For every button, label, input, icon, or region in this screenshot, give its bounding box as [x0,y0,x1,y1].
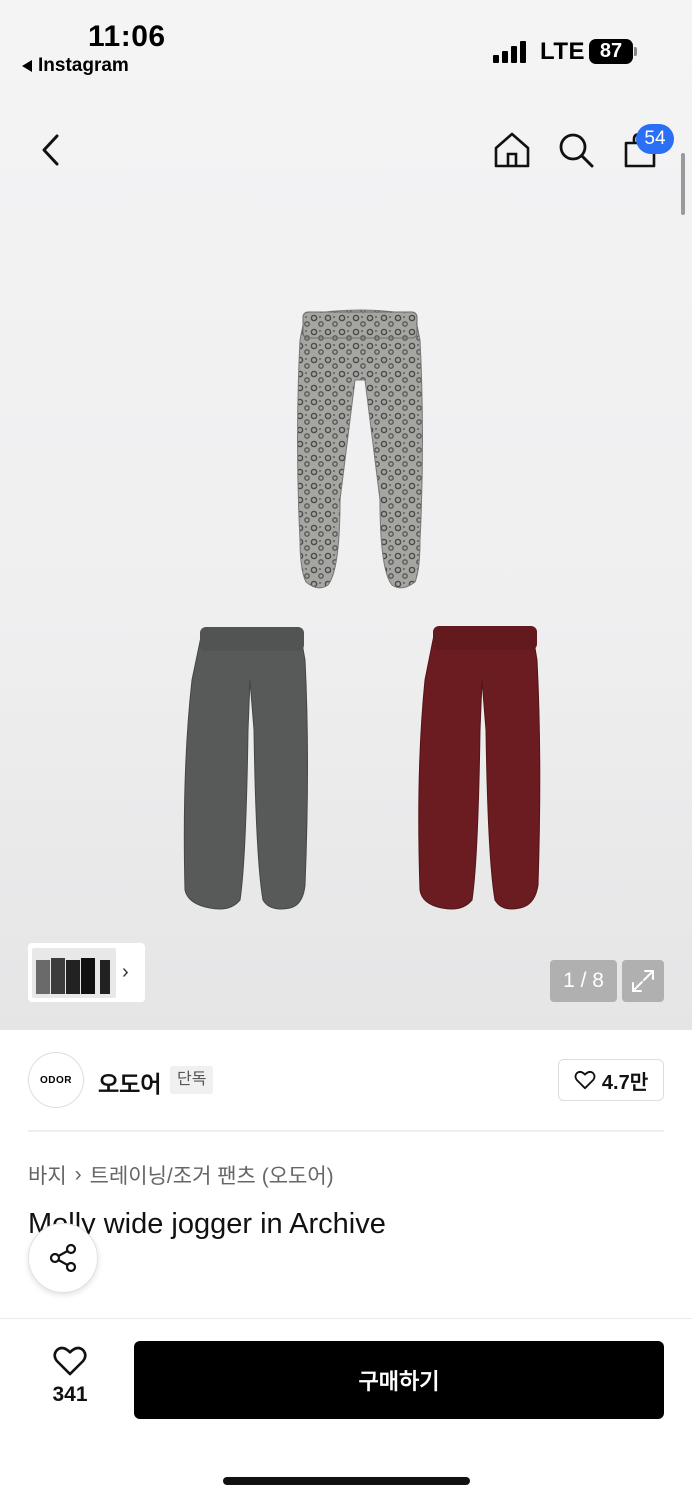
share-icon [49,1243,77,1273]
buy-button[interactable]: 구매하기 [134,1341,664,1419]
status-bar: 11:06 Instagram LTE 87 [0,0,692,90]
brand-logo[interactable]: ODOR [28,1052,84,1108]
heart-icon [574,1070,596,1090]
search-button[interactable] [554,128,598,172]
gray-jogger-image [183,627,308,910]
brand-like-count: 4.7만 [601,1071,649,1094]
back-to-app-link[interactable]: Instagram [22,55,129,77]
chevron-right-icon: › [122,961,129,983]
back-triangle-icon [22,60,32,72]
cart-count-badge: 54 [636,124,674,154]
share-button[interactable] [28,1223,98,1293]
back-button[interactable] [30,128,70,172]
expand-image-button[interactable] [622,960,664,1002]
image-page-counter: 1 / 8 [550,960,617,1002]
brand-name[interactable]: 오도어 [98,1065,161,1099]
product-gallery[interactable]: 11:06 Instagram LTE 87 54 › 1 / 8 [0,0,692,1030]
home-button[interactable] [490,128,534,172]
home-indicator[interactable] [223,1477,470,1485]
breadcrumb: 바지 › 트레이닝/조거 팬츠 (오도어) [28,1160,334,1190]
chevron-right-icon: › [74,1163,82,1186]
chevron-left-icon [42,134,59,166]
section-divider [28,1130,664,1132]
breadcrumb-category[interactable]: 바지 [28,1160,67,1190]
status-time: 11:06 [88,20,166,53]
scroll-indicator [681,153,685,215]
leopard-jogger-image [297,309,423,589]
thumbnail-pants-graphic [36,957,110,994]
network-type: LTE [540,38,586,65]
wishlist-count: 341 [52,1383,88,1406]
home-icon [494,132,530,168]
thumbnail-strip[interactable]: › [28,943,145,1002]
brand-logo-text: ODOR [40,1074,72,1086]
expand-icon [632,970,654,992]
exclusive-badge: 단독 [170,1066,214,1094]
breadcrumb-subcategory[interactable]: 트레이닝/조거 팬츠 (오도어) [90,1160,334,1190]
brand-like-button[interactable]: 4.7만 [558,1059,664,1101]
thumbnail-image[interactable] [32,947,116,998]
burgundy-jogger-image [418,626,541,910]
search-icon [559,133,594,168]
wishlist-button[interactable]: 341 [40,1345,100,1415]
product-image[interactable] [170,300,550,920]
battery-nub [634,47,637,56]
heart-icon [53,1346,87,1376]
battery-level: 87 [589,39,633,64]
back-app-label: Instagram [38,55,129,76]
cell-signal-icon [493,41,526,63]
